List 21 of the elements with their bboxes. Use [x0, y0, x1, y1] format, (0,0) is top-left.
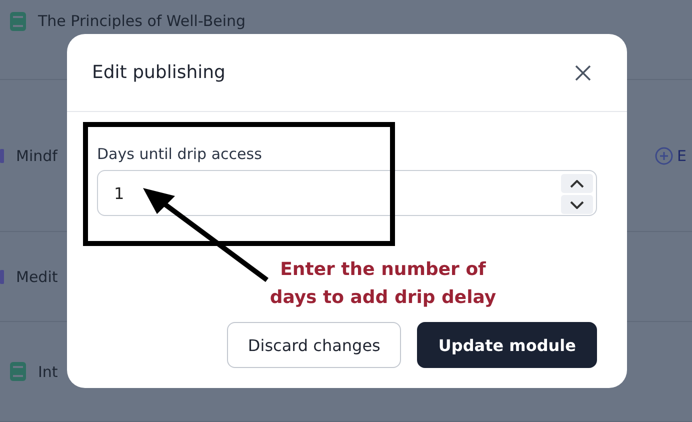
module-title: The Principles of Well-Being — [38, 12, 246, 30]
book-icon — [10, 362, 26, 381]
module-title: Mindf — [16, 146, 58, 164]
module-title: Medit — [16, 268, 58, 286]
chevron-up-icon — [570, 180, 584, 188]
decrement-button[interactable] — [561, 195, 593, 214]
module-icon — [0, 270, 4, 284]
close-icon — [573, 62, 593, 82]
discard-button[interactable]: Discard changes — [226, 322, 402, 368]
update-button[interactable]: Update module — [417, 322, 597, 368]
close-button[interactable] — [573, 62, 593, 82]
annotation-text: Enter the number of days to add drip delay — [268, 258, 498, 310]
module-icon — [0, 148, 4, 162]
chevron-down-icon — [570, 200, 584, 208]
add-circle-icon — [655, 146, 673, 164]
days-input-field[interactable]: 1 — [97, 170, 597, 216]
increment-button[interactable] — [561, 174, 593, 193]
field-label: Days until drip access — [97, 145, 263, 163]
module-title: Int — [38, 362, 58, 380]
book-icon — [10, 12, 26, 31]
dialog-title: Edit publishing — [92, 62, 226, 83]
